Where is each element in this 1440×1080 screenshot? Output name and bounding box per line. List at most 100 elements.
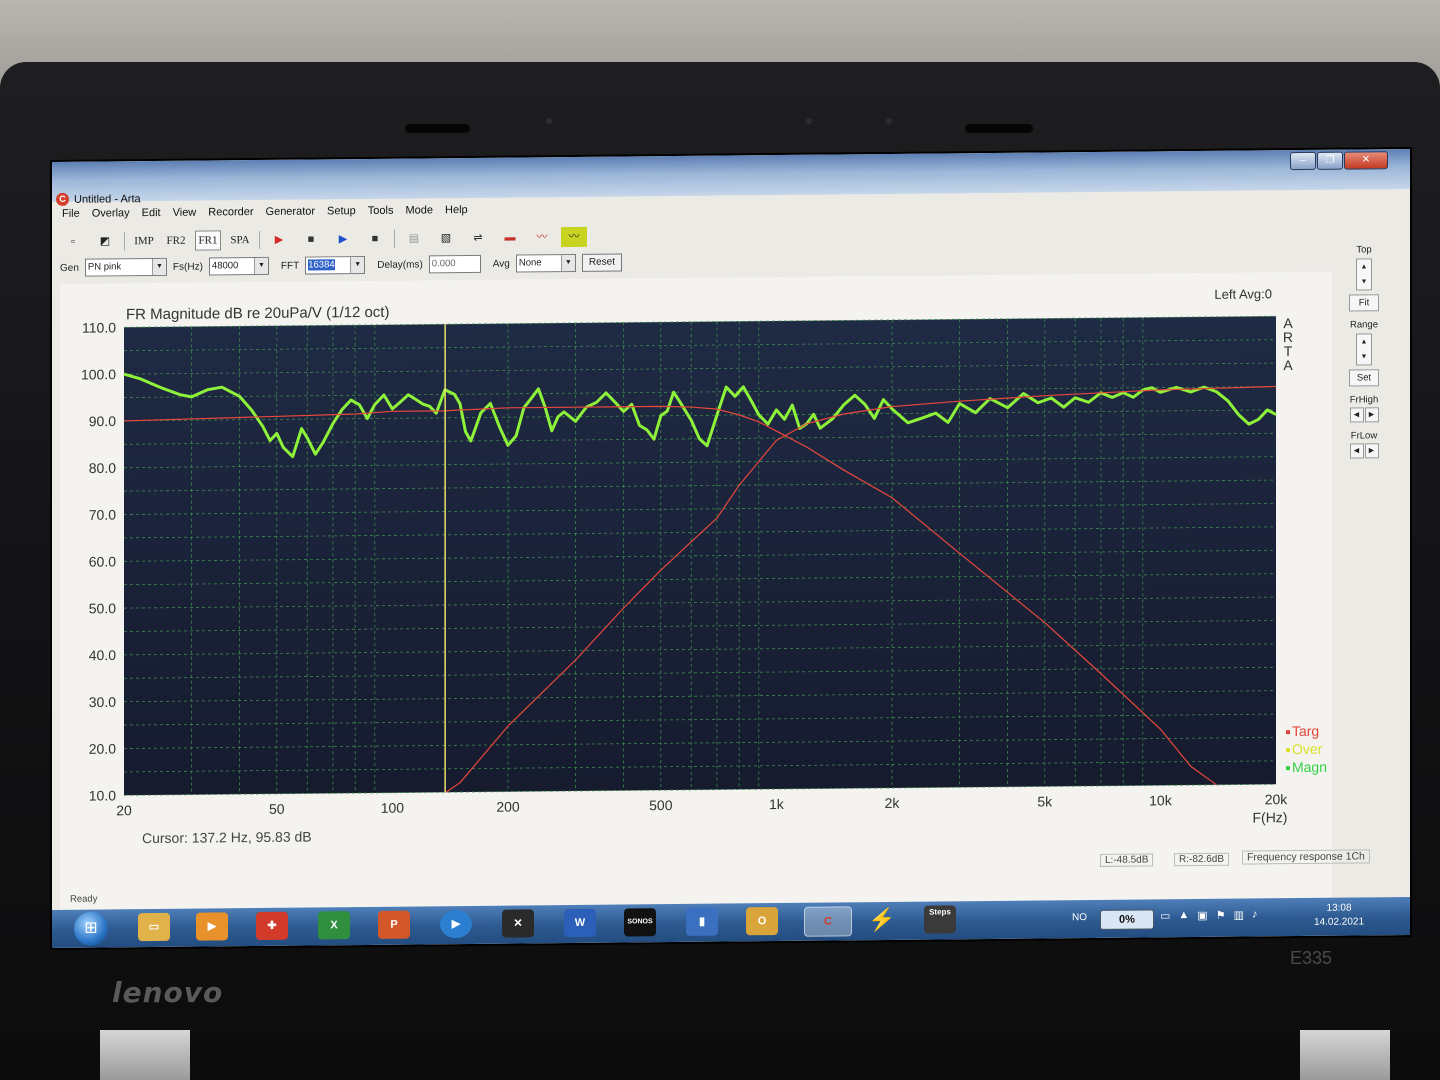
legend-magn: Magn	[1292, 759, 1327, 775]
restore-button[interactable]: ❐	[1317, 151, 1343, 170]
y-tick-label: 110.0	[82, 319, 116, 335]
delay-input[interactable]: 0.000	[428, 254, 481, 274]
menu-mode[interactable]: Mode	[405, 204, 433, 222]
main-toolbar: ▫ ◩ IMP FR2 FR1 SPA ▶ ■ ▶ ■ ▤ ▧ ⇌ ▬ 〰 〰	[60, 226, 587, 252]
range-spinner[interactable]: ▲ ▼	[1356, 333, 1372, 366]
outlook-icon[interactable]: O	[746, 907, 778, 936]
fit-button[interactable]: Fit	[1349, 294, 1379, 312]
menu-overlay[interactable]: Overlay	[92, 207, 130, 225]
reset-button[interactable]: Reset	[581, 253, 622, 272]
menu-file[interactable]: File	[62, 208, 80, 226]
meter-icon[interactable]: ▬	[497, 227, 523, 247]
avg-label: Avg	[492, 258, 510, 270]
toolbar-divider	[124, 232, 125, 251]
network-icon[interactable]: ▥	[1234, 909, 1244, 922]
clock[interactable]: 13:08 14.02.2021	[1314, 901, 1364, 929]
plot-area: 110.0 100.0 90.0 80.0 70.0 60.0 50.0 40.0 30.0 20…	[60, 271, 1332, 912]
powerpoint-icon[interactable]: P	[378, 910, 410, 939]
mode-spa-button[interactable]: SPA	[227, 230, 253, 250]
stop-icon[interactable]: ■	[362, 229, 388, 249]
set-button[interactable]: Set	[1349, 369, 1379, 387]
analyzer-icon[interactable]: 〰	[561, 226, 587, 248]
arrow-right-icon[interactable]: ▶	[1364, 443, 1379, 459]
menu-recorder[interactable]: Recorder	[208, 206, 253, 224]
clock-time: 13:08	[1326, 902, 1352, 914]
chevron-down-icon: ▼	[151, 258, 166, 276]
menu-setup[interactable]: Setup	[327, 205, 356, 223]
grid-icon[interactable]: ▧	[433, 228, 459, 248]
top-spinner[interactable]: ▲ ▼	[1356, 258, 1372, 291]
bolt-icon[interactable]: ⚡	[866, 906, 898, 934]
display-icon[interactable]: ▣	[1197, 909, 1207, 922]
start-button[interactable]: ⊞	[74, 911, 108, 946]
arta-alt-icon[interactable]: ✕	[502, 909, 534, 938]
x-tick-label: 20k	[1265, 791, 1289, 807]
hinge-right	[1300, 1030, 1390, 1080]
app-blue-icon[interactable]: ▮	[686, 907, 718, 936]
toolbar-divider	[394, 229, 395, 248]
bezel-latch-right	[965, 124, 1033, 133]
menu-generator[interactable]: Generator	[266, 205, 316, 223]
media-icon[interactable]: ▶	[196, 912, 228, 941]
steps-icon[interactable]: Steps	[924, 905, 956, 934]
frlow-label: FrLow	[1350, 430, 1378, 442]
x-tick-label: 20	[116, 802, 132, 818]
y-tick-label: 70.0	[89, 507, 116, 523]
arrow-right-icon[interactable]: ▶	[1364, 407, 1379, 423]
menu-tools[interactable]: Tools	[368, 205, 394, 223]
cable-icon[interactable]: ⇌	[465, 228, 491, 248]
x-tick-label: 100	[381, 800, 405, 816]
gen-select[interactable]: PN pink ▼	[84, 257, 167, 277]
record-stop-icon[interactable]: ■	[298, 229, 324, 249]
abc-icon[interactable]: ▤	[401, 228, 427, 248]
play-icon[interactable]: ▶	[330, 229, 356, 249]
chevron-up-icon[interactable]: ▲	[1178, 909, 1189, 922]
sonos-icon[interactable]: SONOS	[624, 908, 656, 937]
menu-help[interactable]: Help	[445, 204, 468, 222]
avg-select[interactable]: None ▼	[515, 253, 576, 273]
toolbar-divider	[259, 231, 260, 250]
legend-over: Over	[1292, 741, 1323, 757]
clock-date: 14.02.2021	[1314, 916, 1365, 928]
status-ready: Ready	[70, 893, 98, 905]
chevron-down-icon: ▼	[350, 257, 365, 274]
mode-fr1-button[interactable]: FR1	[195, 230, 221, 251]
y-tick-label: 80.0	[89, 460, 116, 476]
battery-icon[interactable]: ▭	[1160, 909, 1170, 922]
flag-icon[interactable]: ⚑	[1216, 909, 1226, 922]
arta-app-icon: C	[56, 192, 69, 206]
record-play-icon[interactable]: ▶	[266, 230, 292, 250]
fs-select[interactable]: 48000 ▼	[208, 256, 269, 276]
menu-edit[interactable]: Edit	[142, 207, 161, 225]
legend-swatch	[1286, 766, 1290, 771]
word-icon[interactable]: W	[564, 908, 596, 938]
close-button[interactable]: ✕	[1344, 151, 1388, 170]
player-icon[interactable]: ▶	[440, 909, 472, 939]
excel-icon[interactable]: X	[318, 911, 350, 940]
mode-imp-button[interactable]: IMP	[131, 231, 157, 251]
new-file-icon[interactable]: ▫	[60, 232, 86, 252]
language-indicator[interactable]: NO	[1072, 912, 1087, 923]
frequency-response-chart[interactable]: 110.0 100.0 90.0 80.0 70.0 60.0 50.0 40.0 30.0 20…	[60, 272, 1332, 912]
open-file-icon[interactable]: ◩	[92, 231, 118, 251]
y-tick-label: 40.0	[89, 647, 116, 663]
frhigh-arrows[interactable]: ◀ ▶	[1342, 407, 1386, 423]
mode-fr2-button[interactable]: FR2	[163, 231, 189, 251]
explorer-icon[interactable]: ▭	[138, 912, 170, 942]
bezel-latch-left	[405, 124, 470, 133]
webcam	[806, 118, 812, 124]
cpu-meter[interactable]: 0%	[1100, 909, 1154, 930]
app-red-icon[interactable]: ✚	[256, 911, 288, 941]
window-title: Untitled - Arta	[74, 193, 141, 206]
x-tick-label: 50	[269, 801, 285, 817]
volume-icon[interactable]: ♪	[1252, 908, 1258, 921]
arta-icon[interactable]: C	[804, 906, 852, 937]
arrow-left-icon[interactable]: ◀	[1349, 407, 1364, 423]
arta-side-letter: A	[1283, 357, 1293, 373]
minimize-button[interactable]: –	[1290, 151, 1316, 171]
scope-icon[interactable]: 〰	[529, 227, 555, 247]
frlow-arrows[interactable]: ◀ ▶	[1342, 443, 1386, 459]
menu-view[interactable]: View	[173, 207, 197, 225]
fft-select[interactable]: 16384 ▼	[305, 255, 366, 275]
arrow-left-icon[interactable]: ◀	[1349, 443, 1364, 459]
